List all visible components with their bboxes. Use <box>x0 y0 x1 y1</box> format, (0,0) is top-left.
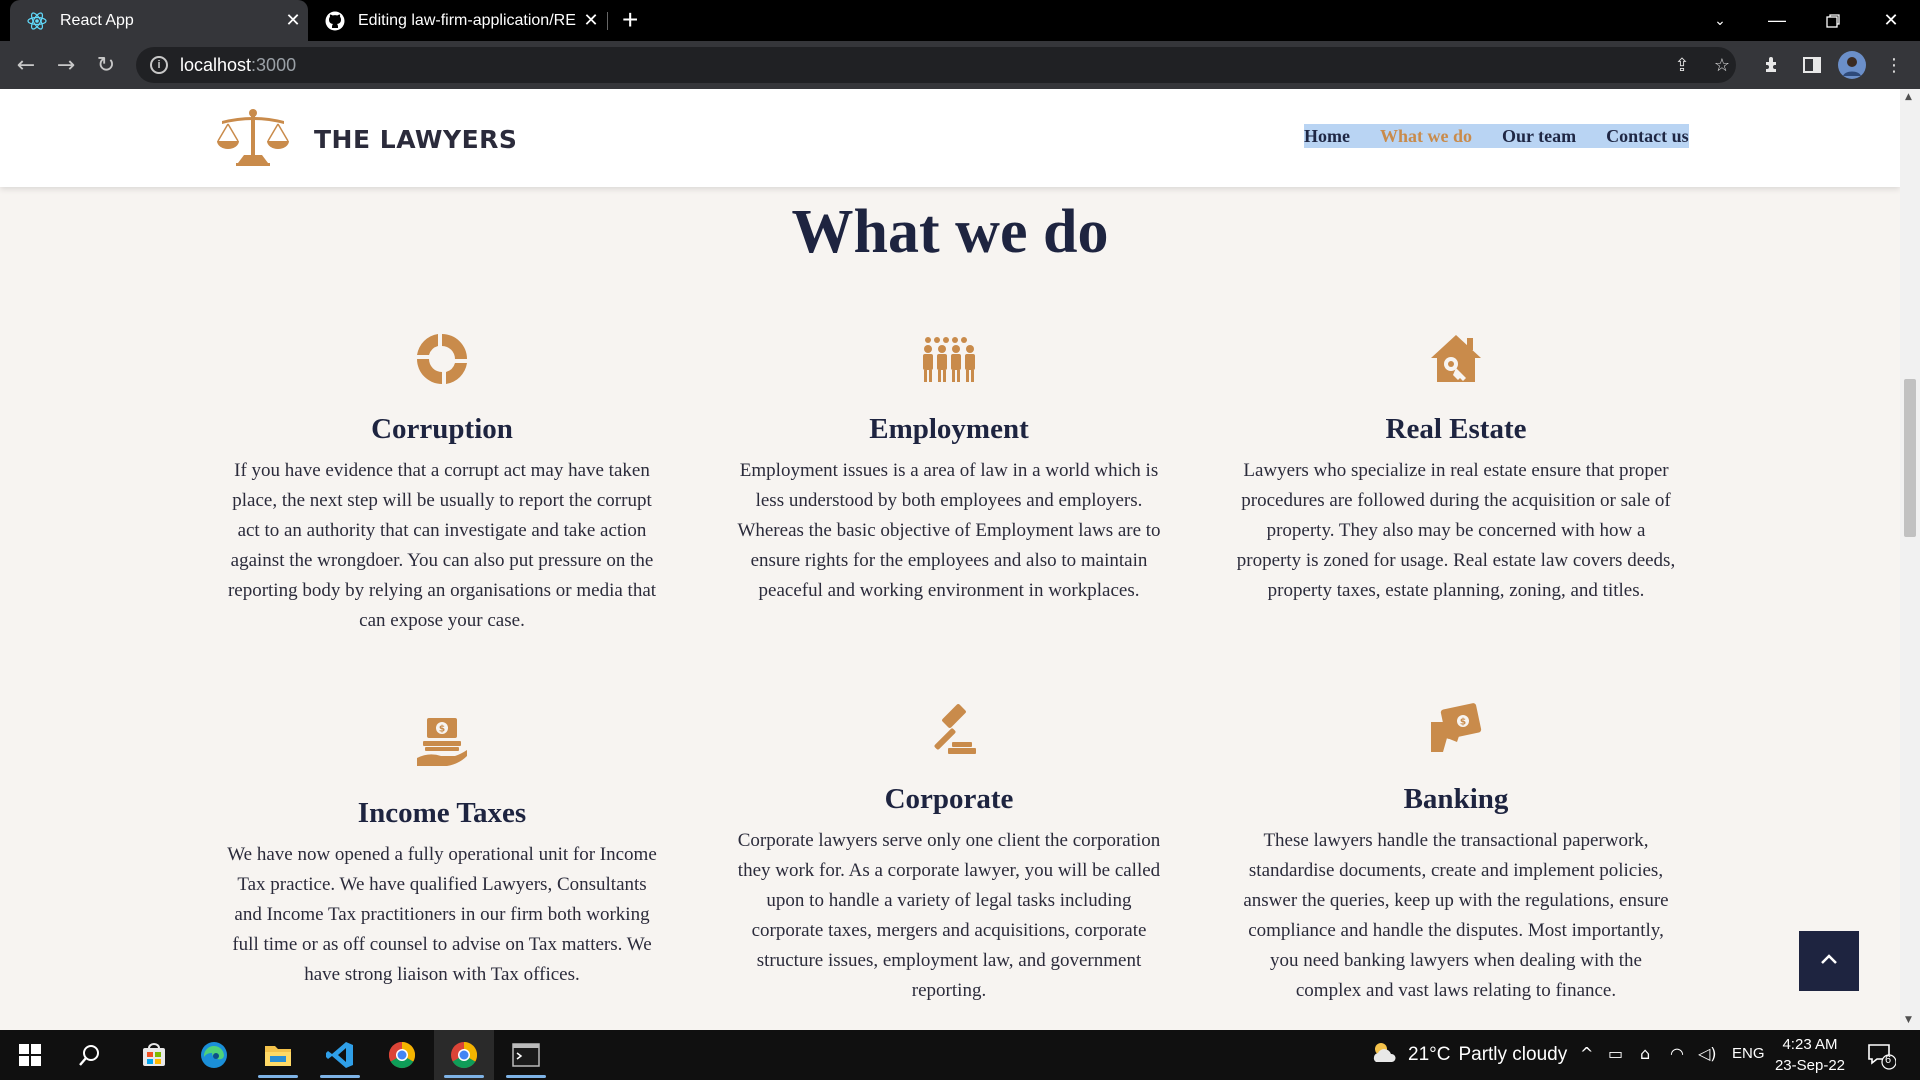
battery-icon[interactable]: ▭ <box>1608 1044 1623 1063</box>
menu-icon[interactable]: ⋮ <box>1878 49 1910 81</box>
chrome-icon[interactable] <box>372 1030 432 1080</box>
service-card-income-taxes: $ Income Taxes We have now opened a full… <box>222 713 662 990</box>
service-title: Income Taxes <box>357 797 527 829</box>
site-logo[interactable]: THE LAWYERS <box>216 107 517 172</box>
terminal-icon[interactable] <box>496 1030 556 1080</box>
volume-icon[interactable]: ◁) <box>1698 1044 1717 1063</box>
gavel-icon <box>729 699 1169 759</box>
section-title: What we do <box>791 198 1109 266</box>
vscode-icon[interactable] <box>310 1030 370 1080</box>
page-viewport: THE LAWYERS Home What we do Our team Con… <box>0 89 1900 1030</box>
start-button[interactable] <box>0 1030 60 1080</box>
chevron-up-icon <box>1820 952 1838 970</box>
clock[interactable]: 4:23 AM 23-Sep-22 <box>1772 1034 1848 1076</box>
svg-text:$: $ <box>439 725 445 735</box>
nav-our-team[interactable]: Our team <box>1502 126 1576 147</box>
browser-toolbar: ← → ↻ i localhost:3000 ⇪ ☆ ⋮ <box>0 41 1920 89</box>
weather-widget[interactable]: 21°C Partly cloudy <box>1370 1030 1567 1080</box>
tab-title: React App <box>60 11 134 29</box>
page-scrollbar[interactable]: ▲ ▼ <box>1900 89 1920 1030</box>
github-icon <box>324 10 346 32</box>
clock-time: 4:23 AM <box>1782 1036 1838 1053</box>
service-card-corruption: Corruption If you have evidence that a c… <box>222 329 662 636</box>
profile-avatar[interactable] <box>1836 49 1868 81</box>
service-card-banking: $ Banking These lawyers handle the trans… <box>1236 699 1676 1006</box>
edge-icon[interactable] <box>184 1030 244 1080</box>
service-title: Banking <box>1403 783 1509 815</box>
service-description: Lawyers who specialize in real estate en… <box>1236 460 1676 601</box>
restore-button[interactable] <box>1808 0 1858 41</box>
address-bar[interactable]: i localhost:3000 <box>136 47 1736 83</box>
nav-what-we-do[interactable]: What we do <box>1380 126 1472 147</box>
forward-icon[interactable]: → <box>50 49 82 81</box>
search-icon[interactable] <box>60 1030 120 1080</box>
new-tab-button[interactable]: + <box>622 4 638 36</box>
tab-search-icon[interactable]: ⌄ <box>1695 0 1745 41</box>
service-description: We have now opened a fully operational u… <box>227 844 657 985</box>
service-description: These lawyers handle the transactional p… <box>1243 830 1669 1001</box>
scroll-to-top-button[interactable] <box>1799 931 1859 991</box>
weather-temp: 21°C <box>1408 1044 1451 1065</box>
extensions-icon[interactable] <box>1756 49 1788 81</box>
service-title: Corruption <box>371 413 513 445</box>
url-port: :3000 <box>251 54 297 75</box>
url-text: localhost:3000 <box>180 55 296 76</box>
language-indicator[interactable]: ENG <box>1732 1045 1765 1062</box>
scales-logo-icon <box>216 107 290 172</box>
side-panel-icon[interactable] <box>1796 49 1828 81</box>
main-nav: Home What we do Our team Contact us <box>1304 124 1689 148</box>
scrollbar-thumb[interactable] <box>1904 379 1916 537</box>
brand-name: THE LAWYERS <box>314 125 518 154</box>
nav-home[interactable]: Home <box>1304 126 1350 147</box>
share-icon[interactable]: ⇪ <box>1666 49 1698 81</box>
weather-desc: Partly cloudy <box>1458 1044 1568 1065</box>
reload-icon[interactable]: ↻ <box>90 49 122 81</box>
wifi-icon[interactable]: ◠ <box>1670 1044 1684 1063</box>
service-title: Real Estate <box>1385 413 1527 445</box>
close-tab-icon[interactable]: ✕ <box>278 10 308 31</box>
clock-date: 23-Sep-22 <box>1774 1057 1846 1074</box>
notification-count: 6 <box>1885 1054 1892 1066</box>
windows-taskbar: 21°C Partly cloudy ^ ▭ ⌂ ◠ ◁) ENG 4:23 A… <box>0 1030 1920 1080</box>
service-description: Corporate lawyers serve only one client … <box>737 830 1161 1001</box>
site-header: THE LAWYERS Home What we do Our team Con… <box>0 89 1900 187</box>
employees-icon <box>729 329 1169 389</box>
minimize-button[interactable]: — <box>1752 0 1802 41</box>
store-icon[interactable] <box>124 1030 184 1080</box>
back-icon[interactable]: ← <box>10 49 42 81</box>
cash-hand-icon: $ <box>1236 699 1676 759</box>
service-card-corporate: Corporate Corporate lawyers serve only o… <box>729 699 1169 1006</box>
service-title: Employment <box>869 413 1029 445</box>
money-hand-icon: $ <box>222 713 662 773</box>
url-host: localhost <box>180 54 252 75</box>
svg-text:$: $ <box>1460 718 1466 728</box>
browser-tab-bar: React App ✕ Editing law-firm-application… <box>0 0 1920 41</box>
bookmark-star-icon[interactable]: ☆ <box>1706 49 1738 81</box>
tab-title: Editing law-firm-application/README <box>358 11 576 29</box>
tab-github[interactable]: Editing law-firm-application/README ✕ <box>316 0 606 41</box>
close-window-button[interactable]: ✕ <box>1866 0 1916 41</box>
device-icon[interactable]: ⌂ <box>1640 1044 1650 1063</box>
chrome-active-icon[interactable] <box>434 1030 494 1080</box>
nav-contact-us[interactable]: Contact us <box>1606 126 1689 147</box>
service-title: Corporate <box>884 783 1014 815</box>
partly-cloudy-icon <box>1370 1040 1398 1070</box>
chevron-up-tray-icon[interactable]: ^ <box>1580 1044 1593 1063</box>
service-description: If you have evidence that a corrupt act … <box>227 460 657 631</box>
service-description: Employment issues is a area of law in a … <box>737 460 1161 601</box>
file-explorer-icon[interactable] <box>248 1030 308 1080</box>
corruption-icon <box>222 329 662 389</box>
site-info-icon[interactable]: i <box>150 56 168 74</box>
react-icon <box>26 10 48 32</box>
service-card-real-estate: Real Estate Lawyers who specialize in re… <box>1236 329 1676 606</box>
close-tab-icon[interactable]: ✕ <box>576 10 606 31</box>
service-card-employment: Employment Employment issues is a area o… <box>729 329 1169 606</box>
scroll-down-arrow-icon[interactable]: ▼ <box>1905 1015 1912 1025</box>
tab-react-app[interactable]: React App ✕ <box>10 0 308 41</box>
tab-separator <box>607 12 608 30</box>
scroll-up-arrow-icon[interactable]: ▲ <box>1905 92 1912 102</box>
house-key-icon <box>1236 329 1676 389</box>
notifications-button[interactable]: 6 <box>1866 1042 1900 1070</box>
